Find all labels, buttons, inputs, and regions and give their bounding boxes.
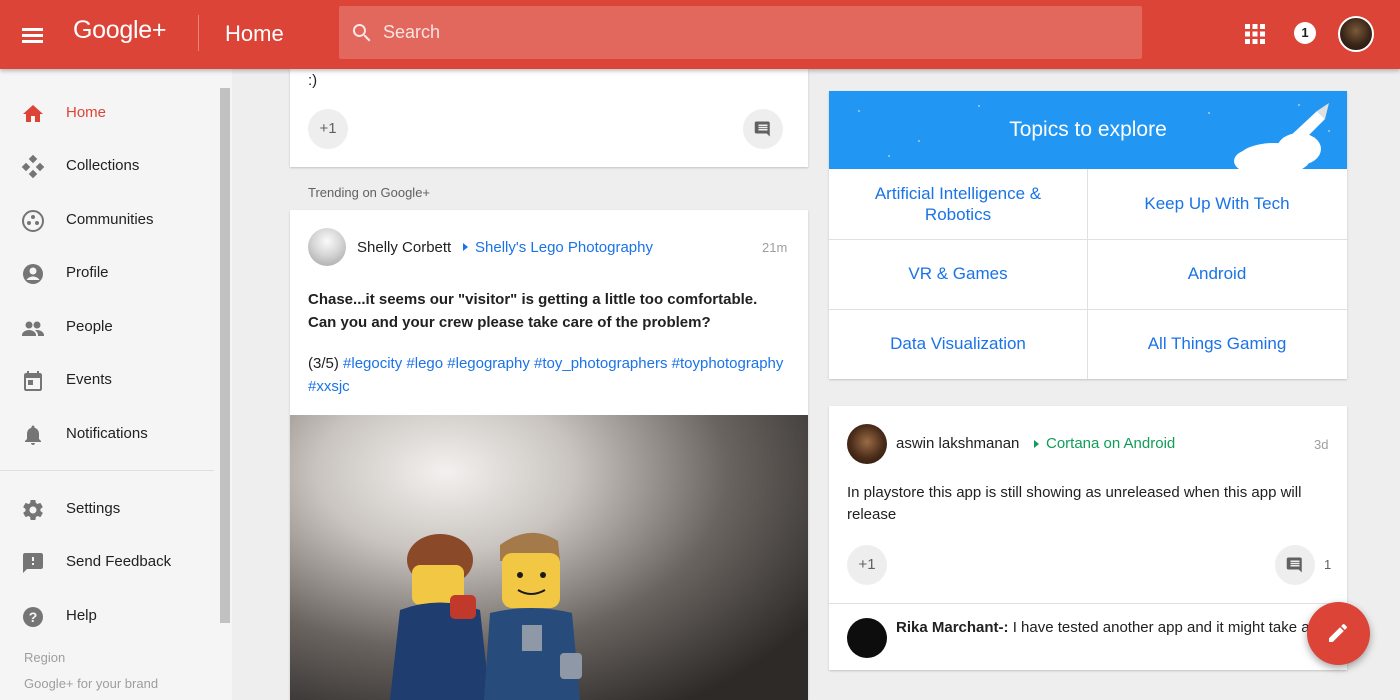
events-icon (24, 371, 42, 391)
page-title: Home (225, 21, 284, 46)
hashtag-link[interactable]: #legography (447, 355, 530, 372)
topic-link[interactable]: Android (1088, 239, 1346, 308)
sidebar-item-label: Profile (66, 264, 109, 281)
help-icon: ? (23, 607, 43, 627)
post-author[interactable]: aswin lakshmanan (896, 435, 1019, 452)
sidebar-item-events[interactable]: Events (0, 356, 215, 406)
hashtag-link[interactable]: #toy_photographers (534, 355, 667, 372)
post-community[interactable]: Shelly's Lego Photography (475, 239, 653, 256)
sidebar-item-help[interactable]: ? Help (0, 592, 215, 642)
sidebar-divider (0, 470, 214, 471)
post-card: aswin lakshmanan Cortana on Android 3d I… (829, 406, 1347, 670)
apps-grid-icon[interactable] (1243, 22, 1267, 46)
svg-text:?: ? (29, 609, 38, 625)
sidebar-item-label: Collections (66, 157, 140, 174)
post-timestamp[interactable]: 21m (762, 240, 787, 255)
post-community[interactable]: Cortana on Android (1046, 435, 1175, 452)
commenter-avatar[interactable] (847, 618, 887, 658)
post-timestamp[interactable]: 3d (1314, 437, 1328, 452)
sidebar-item-label: Home (66, 104, 107, 121)
trending-label: Trending on Google+ (308, 185, 431, 200)
topics-card: Topics to explore Artificial Intelligenc… (829, 91, 1347, 379)
sidebar-item-label: Notifications (66, 425, 148, 442)
author-avatar[interactable] (847, 424, 887, 464)
plus-one-button[interactable]: +1 (308, 109, 348, 149)
comment-count: 1 (1324, 557, 1332, 572)
search-input[interactable] (383, 18, 1123, 46)
topic-link[interactable]: VR & Games (829, 239, 1087, 308)
post-body: Chase...it seems our "visitor" is gettin… (308, 291, 758, 331)
post-author[interactable]: Shelly Corbett (357, 239, 451, 256)
post-body: In playstore this app is still showing a… (847, 484, 1302, 523)
sidebar-item-settings[interactable]: Settings (0, 485, 215, 535)
feedback-icon (23, 553, 43, 573)
sidebar-item-profile[interactable]: Profile (0, 249, 215, 299)
sidebar-item-label: Send Feedback (66, 553, 172, 570)
topics-title: Topics to explore (1009, 118, 1167, 141)
topic-link[interactable]: Keep Up With Tech (1088, 169, 1346, 238)
sidebar-item-home[interactable]: Home (0, 89, 215, 139)
sidebar-item-people[interactable]: People (0, 303, 215, 353)
account-avatar[interactable] (1338, 16, 1374, 52)
comment-icon (1286, 557, 1302, 573)
comment-author[interactable]: Rika Marchant-: (896, 619, 1009, 636)
sidebar-item-collections[interactable]: Collections (0, 142, 215, 192)
communities-icon (22, 210, 44, 232)
pencil-icon (1329, 623, 1347, 642)
post-photo[interactable] (290, 415, 808, 700)
hashtag-link[interactable]: #lego (406, 355, 443, 372)
brand-link[interactable]: Google+ for your brand (24, 676, 158, 691)
chevron-right-icon (463, 243, 468, 251)
hashtag-link[interactable]: #toyphotography (672, 355, 784, 372)
comment-divider (829, 603, 1347, 604)
notification-count-badge[interactable]: 1 (1294, 22, 1316, 44)
hashtag-link[interactable]: #legocity (343, 355, 402, 372)
hashtag-link[interactable]: #xxsjc (308, 378, 350, 395)
compose-button[interactable] (1307, 602, 1370, 665)
sidebar-item-label: Help (66, 607, 97, 624)
people-icon (22, 321, 44, 336)
topic-link[interactable]: Artificial Intelligence & Robotics (829, 169, 1087, 238)
comment-preview[interactable]: Rika Marchant-: I have tested another ap… (896, 618, 1326, 638)
search-bar[interactable] (339, 6, 1142, 59)
comment-button[interactable] (743, 109, 783, 149)
post-hashtags: (3/5) #legocity #lego #legography #toy_p… (308, 352, 788, 398)
header-divider (198, 15, 199, 51)
menu-icon[interactable] (14, 17, 50, 53)
collections-icon (21, 155, 45, 179)
top-app-bar: Google+ Home 1 (0, 0, 1400, 69)
top-post-card: :) +1 (290, 69, 808, 167)
post-counter: (3/5) (308, 355, 339, 372)
topic-link[interactable]: All Things Gaming (1088, 309, 1346, 378)
search-icon (352, 24, 371, 42)
chevron-right-icon (1034, 440, 1039, 448)
region-link[interactable]: Region (24, 650, 65, 665)
top-post-text: :) (308, 72, 318, 89)
sidebar-item-label: People (66, 318, 113, 335)
sidebar-item-communities[interactable]: Communities (0, 196, 215, 246)
sidebar-item-label: Settings (66, 500, 121, 517)
sidebar: Home Collections Communities Profile Peo… (0, 69, 232, 700)
sidebar-scrollbar[interactable] (220, 88, 230, 623)
bell-icon (25, 425, 41, 445)
google-plus-logo[interactable]: Google+ (73, 16, 166, 45)
sidebar-item-label: Communities (66, 211, 154, 228)
sidebar-item-notifications[interactable]: Notifications (0, 410, 215, 460)
comment-icon (754, 121, 770, 137)
topics-banner: Topics to explore (829, 91, 1347, 169)
profile-icon (23, 264, 43, 284)
comment-button[interactable] (1275, 545, 1315, 585)
topic-link[interactable]: Data Visualization (829, 309, 1087, 378)
sidebar-item-send-feedback[interactable]: Send Feedback (0, 538, 215, 588)
sidebar-item-label: Events (66, 371, 112, 388)
post-card: Shelly Corbett Shelly's Lego Photography… (290, 210, 808, 700)
gear-icon (23, 500, 43, 521)
plus-one-button[interactable]: +1 (847, 545, 887, 585)
comment-body: I have tested another app and it might t… (1012, 619, 1326, 636)
author-avatar[interactable] (308, 228, 346, 266)
home-icon (23, 105, 43, 122)
